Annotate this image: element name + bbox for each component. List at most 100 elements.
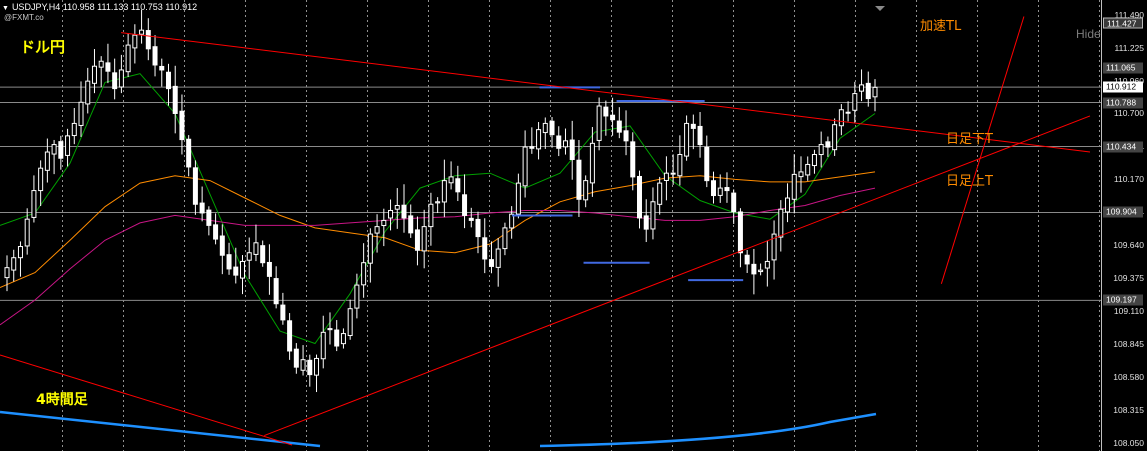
candle-body [596, 105, 602, 141]
candle-body [381, 219, 387, 227]
candle-body [852, 93, 858, 111]
candle-body [704, 146, 710, 182]
candle-body [334, 329, 340, 347]
candle-body [435, 201, 441, 204]
price-axis-tick: 109.110 [1113, 306, 1144, 317]
candle-body [630, 141, 636, 178]
candle-body [300, 359, 306, 371]
candle-body [502, 227, 508, 250]
candle-body [320, 331, 326, 360]
candle-body [4, 267, 10, 279]
candle-body [213, 224, 219, 240]
price-tag: 110.434 [1103, 141, 1143, 153]
candle-body [240, 260, 246, 279]
horizontal-levels [0, 86, 1101, 301]
daily-up-tl-label: 日足上T [946, 174, 993, 189]
candle-body [172, 85, 178, 114]
chart-shift-marker-icon[interactable] [875, 6, 885, 11]
hide-button[interactable]: Hide [1076, 27, 1101, 41]
candle-body [845, 111, 851, 114]
moving-average-line [0, 171, 876, 289]
candle-body [764, 260, 770, 269]
candle-body [865, 82, 871, 100]
candle-body [71, 122, 77, 137]
candle-body [556, 135, 562, 149]
accel-tl-label: 加速TL [920, 19, 962, 34]
candle-body [684, 122, 690, 157]
candle-body [401, 204, 407, 219]
candle-body [610, 114, 616, 121]
candle-body [724, 187, 730, 192]
symbol-ohlc-line: USDJPY,H4 110.958 111.133 110.753 110.91… [11, 2, 198, 12]
candle-body [51, 144, 57, 155]
candle-body [758, 269, 764, 273]
candle-body [11, 257, 17, 271]
daily-down-tl-label: 日足下T [946, 132, 993, 147]
price-tag: 109.904 [1103, 206, 1143, 218]
pair-title: ドル円 [20, 38, 66, 56]
candle-body [455, 178, 461, 193]
candle-body [293, 348, 299, 368]
price-axis-tick: 109.640 [1113, 240, 1144, 251]
candle-body [488, 259, 494, 267]
candle-body [159, 65, 165, 71]
candle-body [441, 180, 447, 203]
price-axis-tick: 110.700 [1113, 108, 1144, 119]
header-dropdown-icon[interactable]: ▼ [2, 5, 9, 12]
candle-body [677, 154, 683, 177]
candle-body [603, 106, 609, 117]
candle-body [44, 151, 50, 171]
candle-body [347, 308, 353, 337]
candle-body [690, 123, 696, 129]
candle-body [266, 261, 272, 277]
trendline [264, 115, 1091, 437]
price-tag: 111.065 [1103, 62, 1143, 74]
candle-body [515, 182, 521, 215]
candle-body [78, 101, 84, 126]
candlesticks [4, 9, 878, 393]
price-tag: 110.912 [1103, 81, 1143, 93]
candle-body [206, 209, 212, 226]
candle-body [38, 167, 44, 192]
price-tag: 109.197 [1103, 294, 1143, 306]
candle-body [482, 237, 488, 260]
candle-body [778, 208, 784, 238]
candle-body [17, 246, 23, 259]
candle-body [583, 180, 589, 201]
candle-body [623, 130, 629, 142]
candle-body [91, 65, 97, 84]
price-axis-tick: 111.225 [1114, 43, 1144, 54]
candle-body [314, 357, 320, 376]
candle-body [791, 173, 797, 200]
candle-body [636, 175, 642, 219]
support-resistance-lines[interactable] [511, 86, 744, 282]
candle-body [388, 209, 394, 219]
candle-body [65, 135, 71, 156]
candle-body [838, 109, 844, 127]
candle-body [643, 215, 649, 230]
candle-body [717, 187, 723, 196]
trendlines[interactable] [0, 16, 1091, 446]
candle-body [522, 146, 528, 187]
price-axis-tick: 108.845 [1113, 339, 1144, 350]
price-chart[interactable] [0, 0, 1147, 451]
candle-body [219, 235, 225, 256]
candle-body [179, 110, 185, 141]
candle-body [428, 203, 434, 228]
price-axis-tick: 110.170 [1113, 174, 1144, 185]
timeframe-title: 4時間足 [36, 392, 88, 408]
candle-body [542, 122, 548, 134]
candle-body [273, 278, 279, 305]
price-axis-tick: 108.050 [1113, 438, 1144, 448]
candle-body [85, 80, 91, 105]
candle-body [549, 120, 555, 136]
candle-body [448, 176, 454, 184]
candle-body [569, 139, 575, 160]
candle-body [798, 171, 804, 178]
candle-body [785, 197, 791, 213]
candle-body [327, 328, 333, 331]
candle-body [462, 194, 468, 216]
brand-label: @FXMT.co [4, 13, 44, 22]
candle-body [367, 233, 373, 264]
candle-body [374, 226, 380, 234]
